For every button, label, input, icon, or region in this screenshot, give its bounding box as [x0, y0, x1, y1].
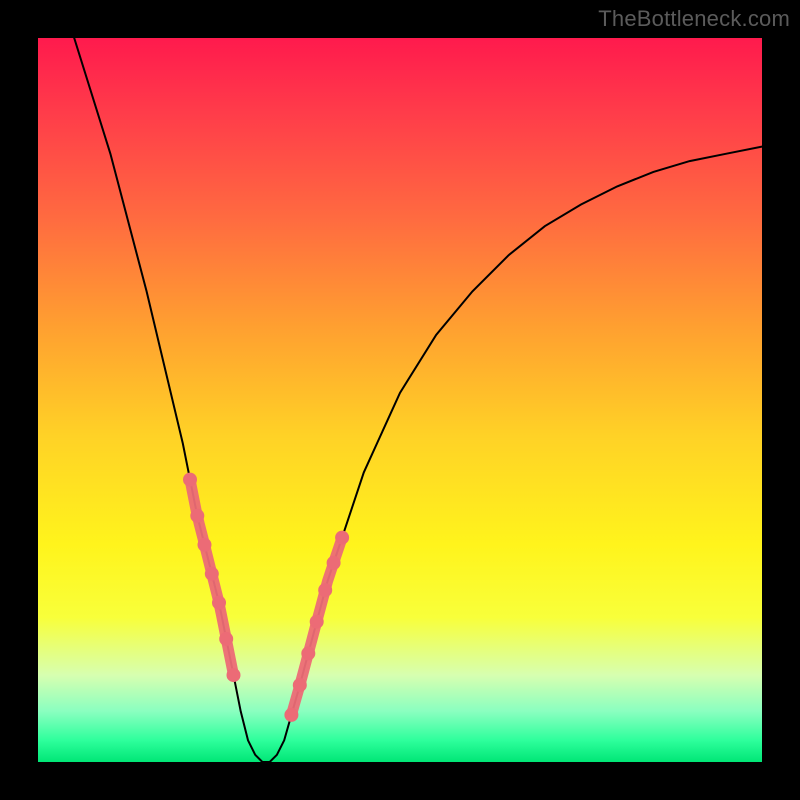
chart-frame: TheBottleneck.com: [0, 0, 800, 800]
highlight-bead: [318, 583, 332, 597]
highlight-bead: [293, 678, 307, 692]
curve-svg: [38, 38, 762, 762]
highlight-bead: [219, 632, 233, 646]
watermark-text: TheBottleneck.com: [598, 6, 790, 32]
highlight-bead: [310, 615, 324, 629]
plot-area: [38, 38, 762, 762]
highlight-bead: [227, 668, 241, 682]
highlight-bead: [301, 646, 315, 660]
highlight-bead: [212, 596, 226, 610]
highlight-bead: [205, 567, 219, 581]
highlight-bead: [327, 556, 341, 570]
highlight-bead: [198, 538, 212, 552]
highlight-bead: [335, 531, 349, 545]
highlight-bead: [183, 473, 197, 487]
highlight-bead: [284, 708, 298, 722]
highlight-bead: [190, 509, 204, 523]
bottleneck-curve: [74, 38, 762, 762]
